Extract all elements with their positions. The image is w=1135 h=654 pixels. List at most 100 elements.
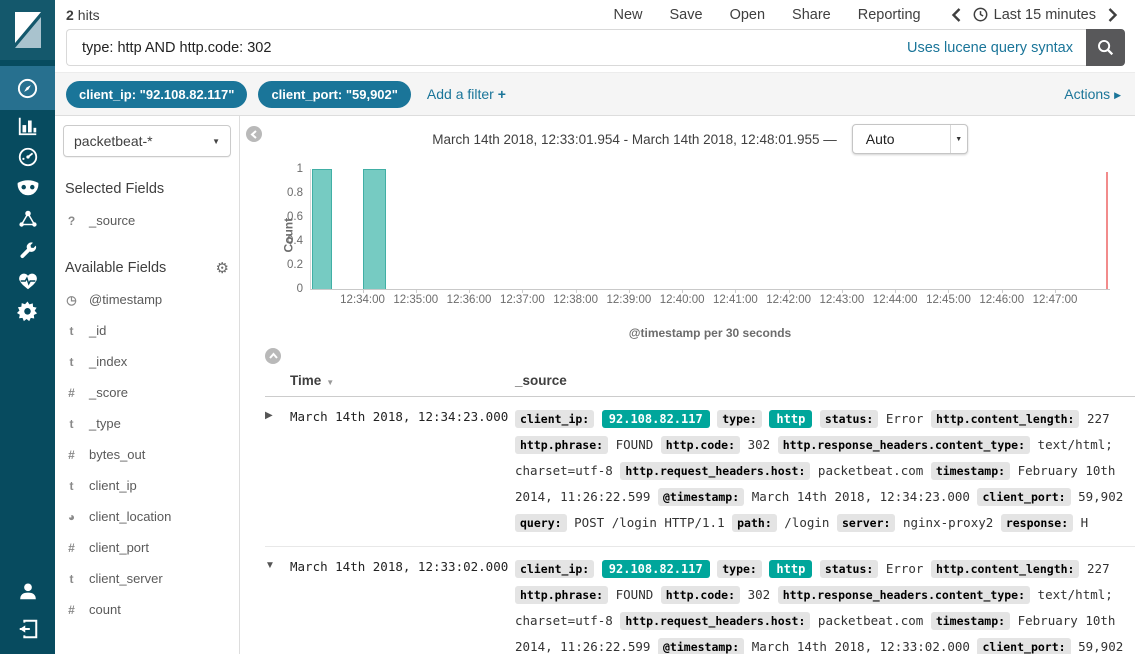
- field-item-@timestamp[interactable]: ◷@timestamp: [63, 284, 231, 315]
- search-button[interactable]: [1086, 29, 1125, 66]
- caret-right-icon: ▶: [1114, 90, 1121, 100]
- field-item-count[interactable]: #count: [63, 594, 231, 625]
- menu-item-new[interactable]: New: [613, 7, 642, 23]
- field-item-client_port[interactable]: #client_port: [63, 532, 231, 563]
- x-tick-label: 12:40:00: [660, 294, 705, 306]
- available-fields-list: ◷@timestampt_idt_index#_scoret_type#byte…: [63, 284, 231, 625]
- collapse-chart-button[interactable]: [265, 348, 281, 364]
- highlighted-value: 92.108.82.117: [602, 410, 710, 428]
- field-key-badge: timestamp:: [931, 462, 1010, 480]
- sidebar-item-monitoring[interactable]: [0, 265, 55, 296]
- field-key-badge: type:: [717, 410, 762, 428]
- index-pattern-select[interactable]: packetbeat-* ▼: [63, 125, 231, 157]
- expand-row-icon[interactable]: ▶: [265, 406, 290, 421]
- field-item-_id[interactable]: t_id: [63, 315, 231, 346]
- sidebar-item-graph[interactable]: [0, 203, 55, 234]
- highlighted-value: 92.108.82.117: [602, 560, 710, 578]
- x-tick-mark-icon: [789, 289, 790, 293]
- field-item-_score[interactable]: #_score: [63, 377, 231, 408]
- sidebar-item-management[interactable]: [0, 296, 55, 327]
- time-range-button[interactable]: Last 15 minutes: [973, 7, 1096, 23]
- field-item-client_ip[interactable]: tclient_ip: [63, 470, 231, 501]
- field-key-badge: http.response_headers.content_type:: [778, 436, 1030, 454]
- filter-pill-0[interactable]: client_ip: "92.108.82.117": [66, 81, 247, 108]
- field-key-badge: client_port:: [977, 488, 1070, 506]
- histogram-bar-1[interactable]: [363, 169, 385, 289]
- x-tick-mark-icon: [629, 289, 630, 293]
- sidebar-item-logout[interactable]: [0, 613, 55, 644]
- menu-item-share[interactable]: Share: [792, 7, 831, 23]
- x-tick-mark-icon: [469, 289, 470, 293]
- chevron-down-icon: ▼: [212, 137, 220, 146]
- search-icon: [1097, 39, 1114, 56]
- field-item-client_location[interactable]: ◕client_location: [63, 501, 231, 532]
- nodes-icon: [17, 208, 39, 230]
- user-icon: [17, 580, 39, 602]
- filter-pill-1[interactable]: client_port: "59,902": [258, 81, 410, 108]
- x-tick-mark-icon: [1055, 289, 1056, 293]
- chevron-right-icon: [1106, 8, 1119, 22]
- field-key-badge: http.code:: [661, 586, 740, 604]
- field-type-unknown-icon: ?: [65, 214, 78, 228]
- field-item-_source[interactable]: ?_source: [63, 205, 231, 236]
- field-key-badge: @timestamp:: [658, 488, 744, 506]
- field-settings-gear-icon[interactable]: ⚙: [216, 261, 229, 276]
- interval-select[interactable]: Auto ▼: [852, 124, 968, 154]
- current-time-marker: [1106, 172, 1108, 289]
- field-item-bytes_out[interactable]: #bytes_out: [63, 439, 231, 470]
- sidebar-item-dev-tools[interactable]: [0, 234, 55, 265]
- hits-label: hits: [78, 7, 100, 23]
- y-tick-label: 0.8: [287, 187, 303, 199]
- time-back-button[interactable]: [948, 8, 965, 22]
- field-name: client_location: [89, 509, 171, 524]
- field-sidebar: packetbeat-* ▼ Selected Fields ?_source …: [55, 116, 240, 654]
- sidebar-item-dashboard[interactable]: [0, 141, 55, 172]
- histogram-bar-0[interactable]: [312, 169, 333, 289]
- row-source: client_ip: 92.108.82.117 type: http stat…: [515, 556, 1135, 654]
- x-tick-label: 12:47:00: [1033, 294, 1078, 306]
- time-forward-button[interactable]: [1104, 8, 1121, 22]
- chevron-down-icon: ▼: [950, 125, 967, 153]
- top-bar: 2 hits NewSaveOpenShareReporting Last 15…: [55, 0, 1135, 27]
- field-type-string-icon: t: [65, 479, 78, 493]
- kibana-logo[interactable]: [0, 0, 55, 60]
- app-menu: New Save Open Share Reporting Last 15 minute…: [613, 7, 1121, 23]
- search-input[interactable]: [80, 39, 895, 57]
- field-key-badge: http.response_headers.content_type:: [778, 586, 1030, 604]
- field-item-_type[interactable]: t_type: [63, 408, 231, 439]
- time-column-header[interactable]: Time▼: [290, 373, 515, 388]
- field-key-badge: timestamp:: [931, 612, 1010, 630]
- y-tick-label: 0.2: [287, 259, 303, 271]
- field-name: bytes_out: [89, 447, 145, 462]
- field-type-number-icon: #: [65, 386, 78, 400]
- time-range-label: Last 15 minutes: [994, 7, 1096, 23]
- actions-button[interactable]: Actions ▶: [1064, 86, 1121, 102]
- collapse-sidebar-button[interactable]: [246, 126, 262, 142]
- field-key-badge: http.code:: [661, 436, 740, 454]
- sidebar-item-discover[interactable]: [0, 66, 55, 110]
- plus-icon: +: [498, 86, 506, 102]
- x-tick-label: 12:44:00: [873, 294, 918, 306]
- wrench-icon: [17, 239, 39, 261]
- field-item-_index[interactable]: t_index: [63, 346, 231, 377]
- collapse-row-icon[interactable]: ▼: [265, 556, 290, 571]
- menu-item-save[interactable]: Save: [670, 7, 703, 23]
- exit-icon: [17, 618, 39, 640]
- x-tick-label: 12:34:00: [340, 294, 385, 306]
- lucene-syntax-link[interactable]: Uses lucene query syntax: [907, 40, 1073, 56]
- field-key-badge: status:: [820, 560, 878, 578]
- clock-icon: [973, 7, 988, 22]
- menu-item-reporting[interactable]: Reporting: [858, 7, 921, 23]
- sidebar-item-timelion[interactable]: [0, 172, 55, 203]
- menu-item-open[interactable]: Open: [730, 7, 765, 23]
- plot-area: 00.20.40.60.8112:34:0012:35:0012:36:0012…: [310, 169, 1110, 290]
- field-key-badge: response:: [1001, 514, 1073, 532]
- field-item-client_server[interactable]: tclient_server: [63, 563, 231, 594]
- add-filter-button[interactable]: Add a filter +: [427, 86, 506, 102]
- y-tick-label: 0.4: [287, 235, 303, 247]
- sidebar-item-account[interactable]: [0, 575, 55, 606]
- field-key-badge: http.phrase:: [515, 436, 608, 454]
- x-tick-label: 12:37:00: [500, 294, 545, 306]
- kibana-logo-icon: [11, 10, 45, 50]
- sidebar-item-visualize[interactable]: [0, 110, 55, 141]
